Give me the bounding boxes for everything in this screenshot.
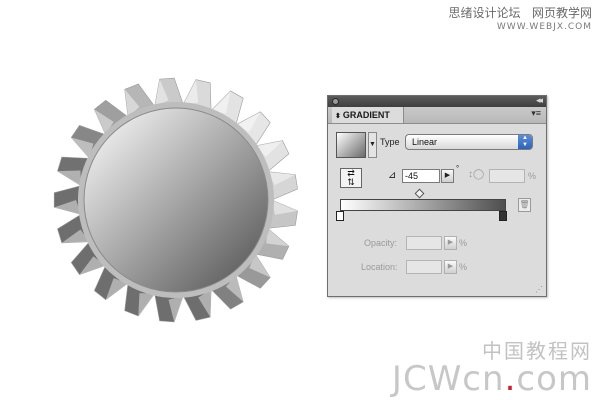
gradient-preview-swatch[interactable] [336, 132, 366, 158]
cap-face [83, 107, 269, 293]
panel-tabbar: ⬍ GRADIENT ▾≡ [328, 107, 546, 124]
opacity-unit: % [459, 238, 468, 248]
watermark-logo-suffix: com [516, 359, 592, 399]
opacity-label: Opacity: [364, 238, 398, 248]
watermark-bottom: 中国教程网 JCWcn.com [392, 340, 592, 396]
opacity-field[interactable] [406, 236, 442, 250]
angle-unit: ° [456, 164, 460, 173]
angle-dropdown-button[interactable]: ▶ [441, 169, 454, 183]
location-label: Location: [361, 262, 398, 272]
watermark-site-names: 思绪设计论坛 网页教学网 [448, 6, 592, 20]
chevron-updown-icon: ▲ ▼ [518, 135, 532, 149]
angle-icon: ⊿ [388, 170, 397, 181]
aspect-ratio-icon: ↕◯ [468, 169, 485, 180]
watermark-logo-dot: . [504, 359, 517, 399]
watermark-site-name: 思绪设计论坛 [448, 6, 521, 20]
watermark-logo-text: JCWcn [391, 359, 505, 399]
gradient-midpoint-handle[interactable] [414, 188, 425, 199]
type-value: Linear [412, 137, 438, 147]
aspect-ratio-unit: % [528, 171, 537, 181]
tab-options-icon[interactable]: ⬍ [335, 113, 341, 120]
cap-tooth-highlight [266, 228, 289, 247]
gradient-preview-dropdown[interactable]: ▼ [368, 132, 377, 158]
delete-stop-icon[interactable]: 🗑 [518, 198, 531, 212]
cap-tooth-highlight [183, 79, 199, 105]
location-unit: % [459, 262, 468, 272]
cap-tooth-highlight [138, 293, 155, 317]
watermark-logo: JCWcn.com [392, 362, 592, 396]
location-field[interactable] [406, 260, 442, 274]
watermark-top: 思绪设计论坛 网页教学网 WWW.WEBJX.COM [448, 6, 592, 34]
gradient-stop-end[interactable] [499, 211, 507, 221]
angle-value: -45 [405, 171, 419, 181]
watermark-url: WWW.WEBJX.COM [496, 22, 592, 32]
tab-label: GRADIENT [342, 110, 390, 120]
panel-menu-icon[interactable]: ▾≡ [531, 108, 541, 119]
tab-gradient[interactable]: ⬍ GRADIENT [332, 107, 404, 123]
cap-tooth-highlight [57, 170, 82, 186]
collapse-icon[interactable]: ◂◂ [536, 95, 543, 106]
angle-input[interactable]: -45 [402, 169, 440, 183]
watermark-site-name-2: 网页教学网 [531, 6, 592, 20]
resize-grip-icon[interactable]: ⋰ [535, 286, 543, 294]
reverse-gradient-button[interactable]: ⇄ ⇅ [340, 168, 362, 188]
gradient-panel: ◂◂ ⬍ GRADIENT ▾≡ ▼ Type Linear ▲ ▼ ⇄ ⇅ ⊿ -4… [327, 95, 547, 297]
close-icon[interactable] [332, 98, 339, 105]
type-select[interactable]: Linear ▲ ▼ [405, 134, 533, 150]
type-label: Type [380, 137, 400, 147]
aspect-ratio-field[interactable] [489, 169, 525, 183]
gradient-stop-start[interactable] [336, 211, 344, 221]
panel-titlebar[interactable]: ◂◂ [328, 95, 546, 107]
location-dropdown-button[interactable]: ▶ [444, 260, 457, 274]
bottle-cap-artwork[interactable] [52, 76, 300, 324]
gradient-slider[interactable] [340, 199, 506, 211]
opacity-dropdown-button[interactable]: ▶ [444, 236, 457, 250]
